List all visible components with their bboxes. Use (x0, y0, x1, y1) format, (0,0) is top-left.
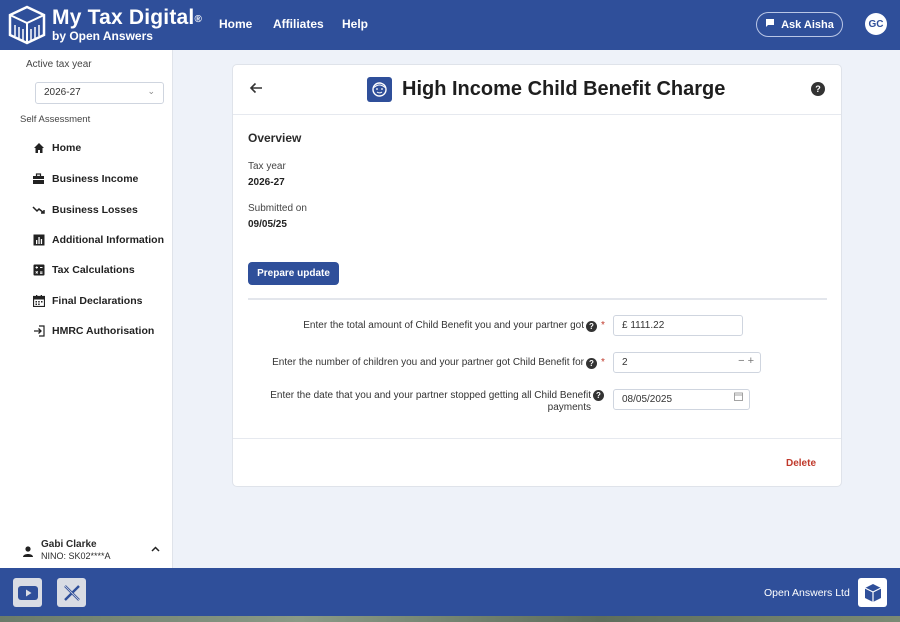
stop-date-label: Enter the date that you and your partner… (238, 390, 591, 414)
top-navigation-bar: My Tax Digital® by Open Answers Home Aff… (0, 0, 900, 50)
desktop-background-strip (0, 616, 900, 622)
sidebar-item-label: Final Declarations (52, 294, 143, 307)
required-marker: * (601, 357, 605, 368)
children-count-value: 2 (622, 357, 628, 368)
sidebar-item-label: Business Income (52, 172, 139, 185)
stepper-buttons[interactable]: − + (738, 355, 754, 367)
user-name: Gabi Clarke (41, 539, 97, 550)
sidebar-item-hmrc-authorisation[interactable]: HMRC Authorisation (32, 324, 154, 337)
chevron-down-icon: ⌄ (147, 86, 155, 96)
help-icon[interactable]: ? (586, 358, 597, 369)
tax-year-select[interactable]: 2026-27 ⌄ (35, 82, 164, 104)
minus-icon[interactable]: − (738, 355, 744, 367)
sidebar: Active tax year 2026-27 ⌄ Self Assessmen… (0, 50, 173, 568)
nav-help[interactable]: Help (342, 17, 368, 31)
child-face-icon (367, 77, 392, 102)
card-header: High Income Child Benefit Charge ? (233, 65, 841, 115)
youtube-icon[interactable] (13, 578, 42, 607)
card-footer-divider (233, 438, 841, 439)
chevron-up-icon[interactable] (151, 544, 160, 554)
calendar-icon (32, 294, 45, 307)
overview-heading: Overview (248, 131, 302, 145)
sidebar-item-final-declarations[interactable]: Final Declarations (32, 294, 142, 307)
calendar-icon[interactable] (734, 392, 743, 404)
required-marker: * (601, 320, 605, 331)
sidebar-item-label: Business Losses (52, 203, 138, 216)
submitted-on-value: 09/05/25 (248, 219, 287, 230)
hicbc-card: High Income Child Benefit Charge ? Overv… (232, 64, 842, 487)
back-arrow-icon[interactable] (249, 79, 263, 99)
submitted-on-label: Submitted on (248, 203, 307, 214)
nav-affiliates[interactable]: Affiliates (273, 17, 324, 31)
user-nino: NINO: SK02****A (41, 551, 111, 561)
stop-date-value: 08/05/2025 (622, 394, 673, 405)
sidebar-item-business-income[interactable]: Business Income (32, 172, 138, 185)
delete-button[interactable]: Delete (786, 458, 816, 469)
stop-date-input[interactable]: 08/05/2025 (613, 389, 750, 410)
chat-icon (765, 18, 775, 31)
ask-aisha-label: Ask Aisha (781, 18, 834, 31)
brand-title: My Tax Digital® (52, 6, 203, 29)
ask-aisha-button[interactable]: Ask Aisha (756, 12, 843, 37)
tax-year-value: 2026-27 (44, 87, 81, 98)
tax-year-label: Tax year (248, 161, 286, 172)
company-name[interactable]: Open Answers Ltd (764, 587, 850, 599)
page-title: High Income Child Benefit Charge (402, 78, 726, 100)
active-tax-year-label: Active tax year (26, 59, 92, 70)
calculator-icon (32, 263, 45, 276)
help-icon[interactable]: ? (586, 321, 597, 332)
sidebar-item-label: HMRC Authorisation (52, 324, 155, 337)
briefcase-icon (32, 172, 45, 185)
tax-year-value: 2026-27 (248, 177, 285, 188)
children-count-label: Enter the number of children you and you… (272, 357, 584, 368)
sidebar-item-additional-information[interactable]: Additional Information (32, 233, 164, 246)
registered-mark: ® (194, 14, 203, 25)
child-benefit-amount-label: Enter the total amount of Child Benefit … (303, 320, 584, 331)
x-twitter-icon[interactable] (57, 578, 86, 607)
divider (248, 298, 827, 300)
trend-down-icon (32, 203, 45, 216)
home-icon (32, 141, 45, 154)
cube-logo-icon[interactable] (858, 578, 887, 607)
sidebar-item-label: Additional Information (52, 233, 164, 246)
children-count-stepper[interactable]: 2 − + (613, 352, 761, 373)
child-benefit-amount-input[interactable]: £ 1111.22 (613, 315, 743, 336)
sidebar-item-label: Tax Calculations (52, 263, 135, 276)
bar-chart-icon (32, 233, 45, 246)
sidebar-item-home[interactable]: Home (32, 141, 81, 154)
help-icon[interactable]: ? (811, 82, 825, 96)
nav-home[interactable]: Home (219, 17, 252, 31)
brand-subtitle: by Open Answers (52, 29, 153, 43)
sidebar-item-tax-calculations[interactable]: Tax Calculations (32, 263, 135, 276)
sidebar-item-business-losses[interactable]: Business Losses (32, 203, 138, 216)
help-icon[interactable]: ? (593, 390, 604, 401)
stop-date-label-line1: Enter the date that you and your partner… (270, 390, 591, 401)
prepare-update-button[interactable]: Prepare update (248, 262, 339, 285)
stop-date-label-line2: payments (547, 402, 591, 413)
sidebar-item-label: Home (52, 141, 82, 154)
self-assessment-label: Self Assessment (20, 114, 91, 125)
brand[interactable]: My Tax Digital® by Open Answers (52, 6, 202, 43)
plus-icon[interactable]: + (748, 355, 754, 367)
login-icon (32, 324, 45, 337)
person-icon (22, 544, 34, 562)
avatar[interactable]: GC (865, 13, 887, 35)
footer: Open Answers Ltd (0, 568, 900, 616)
logo-icon[interactable] (8, 5, 46, 45)
